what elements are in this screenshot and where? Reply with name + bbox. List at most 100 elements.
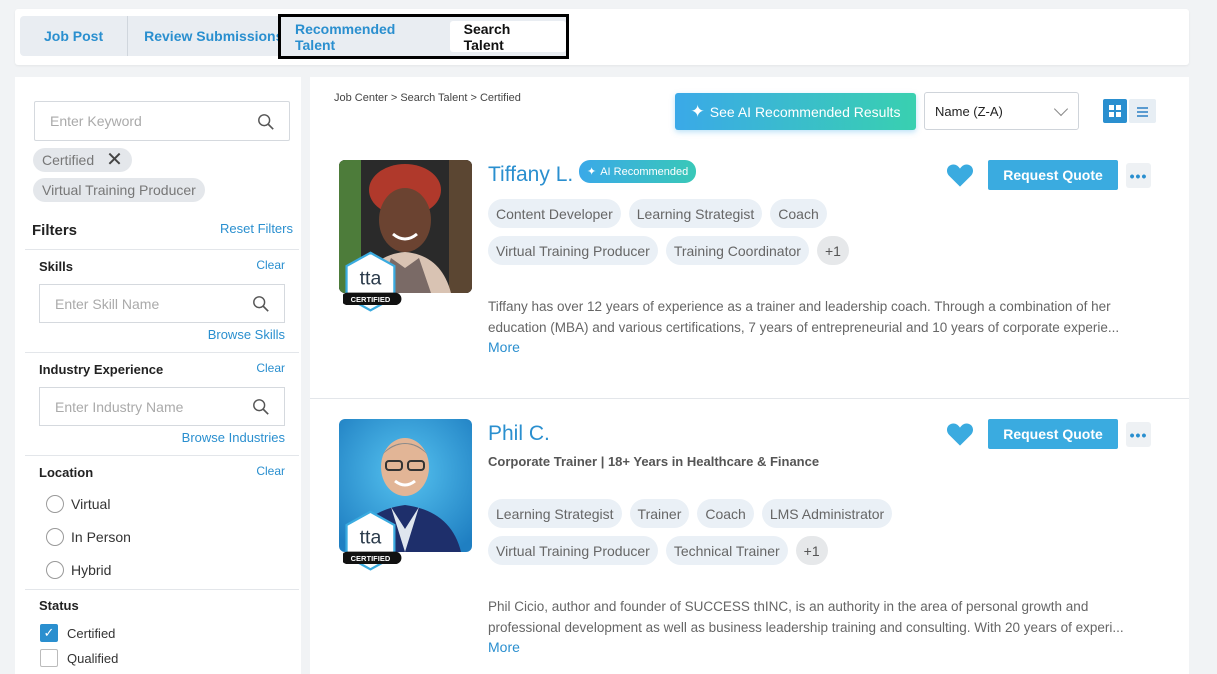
tabs-group: Job Post Review Submissions <box>20 16 300 56</box>
divider <box>25 352 299 353</box>
divider <box>25 589 299 590</box>
filter-sidebar: Certified ✕ Virtual Training Producer Fi… <box>15 77 301 674</box>
talent-name[interactable]: Phil C. <box>488 422 550 446</box>
skill-tag: Coach <box>770 199 827 228</box>
request-quote-button[interactable]: Request Quote <box>988 160 1118 190</box>
location-option-hybrid[interactable]: Hybrid <box>46 561 111 579</box>
skill-search <box>39 284 285 323</box>
chip-label: Certified <box>42 152 95 168</box>
svg-text:CERTIFIED: CERTIFIED <box>351 295 391 304</box>
svg-text:tta: tta <box>360 527 382 549</box>
industry-clear-link[interactable]: Clear <box>256 361 285 375</box>
status-title: Status <box>39 598 79 613</box>
skill-tag: Virtual Training Producer <box>488 536 658 565</box>
browse-skills-link[interactable]: Browse Skills <box>208 327 285 342</box>
tab-search-talent[interactable]: Search Talent <box>449 21 566 53</box>
talent-bio: Phil Cicio, author and founder of SUCCES… <box>488 599 1124 635</box>
top-tab-bar: Job Post Review Submissions <box>15 9 1189 65</box>
skills-clear-link[interactable]: Clear <box>256 258 285 272</box>
location-title: Location <box>39 465 94 480</box>
radio-circle[interactable] <box>46 495 64 513</box>
certified-badge-icon: tta CERTIFIED <box>343 510 402 571</box>
more-options-icon[interactable]: ••• <box>1126 163 1151 188</box>
search-icon[interactable] <box>252 398 270 416</box>
breadcrumb: Job Center > Search Talent > Certified <box>334 92 521 104</box>
extra-tags-count[interactable]: +1 <box>816 236 849 265</box>
search-icon[interactable] <box>252 295 270 313</box>
active-filter-chip: Virtual Training Producer <box>33 178 205 202</box>
industry-title: Industry Experience <box>39 362 164 377</box>
ai-button-label: See AI Recommended Results <box>709 103 901 120</box>
industry-name-input[interactable] <box>40 388 240 425</box>
location-option-virtual[interactable]: Virtual <box>46 495 110 513</box>
divider <box>25 455 299 456</box>
tab-recommended-talent[interactable]: Recommended Talent <box>285 20 446 54</box>
search-icon[interactable] <box>257 113 275 131</box>
see-ai-results-button[interactable]: ✦ See AI Recommended Results <box>675 93 916 130</box>
skill-tag: Coach <box>697 499 754 528</box>
skill-name-input[interactable] <box>40 285 240 322</box>
skill-tag: Learning Strategist <box>628 199 763 228</box>
close-icon[interactable]: ✕ <box>106 150 123 170</box>
ai-recommended-badge: ✦ AI Recommended <box>579 160 697 183</box>
location-option-in-person[interactable]: In Person <box>46 528 131 546</box>
industry-search <box>39 387 285 426</box>
radio-circle[interactable] <box>46 528 64 546</box>
bio-more-link[interactable]: More <box>488 339 520 355</box>
grid-view-icon[interactable] <box>1103 99 1127 123</box>
tab-highlight-box: Recommended Talent Search Talent <box>278 14 569 59</box>
radio-circle[interactable] <box>46 561 64 579</box>
skill-tags: Learning Strategist Trainer Coach LMS Ad… <box>488 499 908 565</box>
heart-icon[interactable] <box>946 162 974 188</box>
results-panel: Job Center > Search Talent > Certified ✦… <box>310 77 1189 674</box>
talent-headline: Corporate Trainer | 18+ Years in Healthc… <box>488 454 820 469</box>
keyword-input[interactable] <box>35 102 235 140</box>
status-option-qualified[interactable]: Qualified <box>40 649 118 667</box>
checkbox-label: Certified <box>67 625 116 641</box>
location-clear-link[interactable]: Clear <box>256 464 285 478</box>
chevron-down-icon <box>1053 101 1069 117</box>
skill-tag: Trainer <box>629 499 690 528</box>
talent-name[interactable]: Tiffany L. <box>488 163 573 187</box>
talent-card: tta CERTIFIED Tiffany L. ✦ AI Recommende… <box>310 139 1189 398</box>
checkmark-icon[interactable]: ✓ <box>40 624 58 642</box>
skill-tags: Content Developer Learning Strategist Co… <box>488 199 988 265</box>
checkbox-label: Qualified <box>67 650 119 666</box>
radio-label: Virtual <box>71 496 111 512</box>
request-quote-button[interactable]: Request Quote <box>988 419 1118 449</box>
sparkle-icon: ✦ <box>690 101 705 121</box>
sparkle-icon: ✦ <box>587 166 597 178</box>
active-filter-chip: Certified ✕ <box>33 148 132 172</box>
sort-value: Name (Z-A) <box>935 103 1003 119</box>
ai-tag-label: AI Recommended <box>600 165 689 178</box>
svg-text:CERTIFIED: CERTIFIED <box>351 554 391 563</box>
skill-tag: Virtual Training Producer <box>488 236 658 265</box>
skill-tag: Content Developer <box>488 199 621 228</box>
extra-tags-count[interactable]: +1 <box>795 536 828 565</box>
reset-filters-link[interactable]: Reset Filters <box>220 221 293 236</box>
svg-text:tta: tta <box>360 268 382 290</box>
chip-label: Virtual Training Producer <box>42 182 196 198</box>
keyword-search <box>34 101 290 141</box>
checkbox[interactable] <box>40 649 58 667</box>
certified-badge-icon: tta CERTIFIED <box>343 251 402 312</box>
skill-tag: Training Coordinator <box>665 236 809 265</box>
status-option-certified[interactable]: ✓ Certified <box>40 624 115 642</box>
tab-job-post[interactable]: Job Post <box>20 16 127 56</box>
tab-review-submissions[interactable]: Review Submissions <box>127 16 299 56</box>
skill-tag: Technical Trainer <box>665 536 788 565</box>
skills-title: Skills <box>39 259 73 274</box>
browse-industries-link[interactable]: Browse Industries <box>182 430 285 445</box>
skill-tag: LMS Administrator <box>761 499 893 528</box>
more-options-icon[interactable]: ••• <box>1126 422 1151 447</box>
talent-card: tta CERTIFIED Phil C. Corporate Trainer … <box>310 398 1189 657</box>
list-view-icon[interactable] <box>1129 99 1156 123</box>
bio-more-link[interactable]: More <box>488 639 520 655</box>
sort-dropdown[interactable]: Name (Z-A) <box>924 92 1079 130</box>
radio-label: Hybrid <box>71 562 112 578</box>
divider <box>25 249 299 250</box>
skill-tag: Learning Strategist <box>488 499 622 528</box>
talent-bio: Tiffany has over 12 years of experience … <box>488 299 1120 335</box>
heart-icon[interactable] <box>946 421 974 447</box>
filters-title: Filters <box>32 222 78 239</box>
